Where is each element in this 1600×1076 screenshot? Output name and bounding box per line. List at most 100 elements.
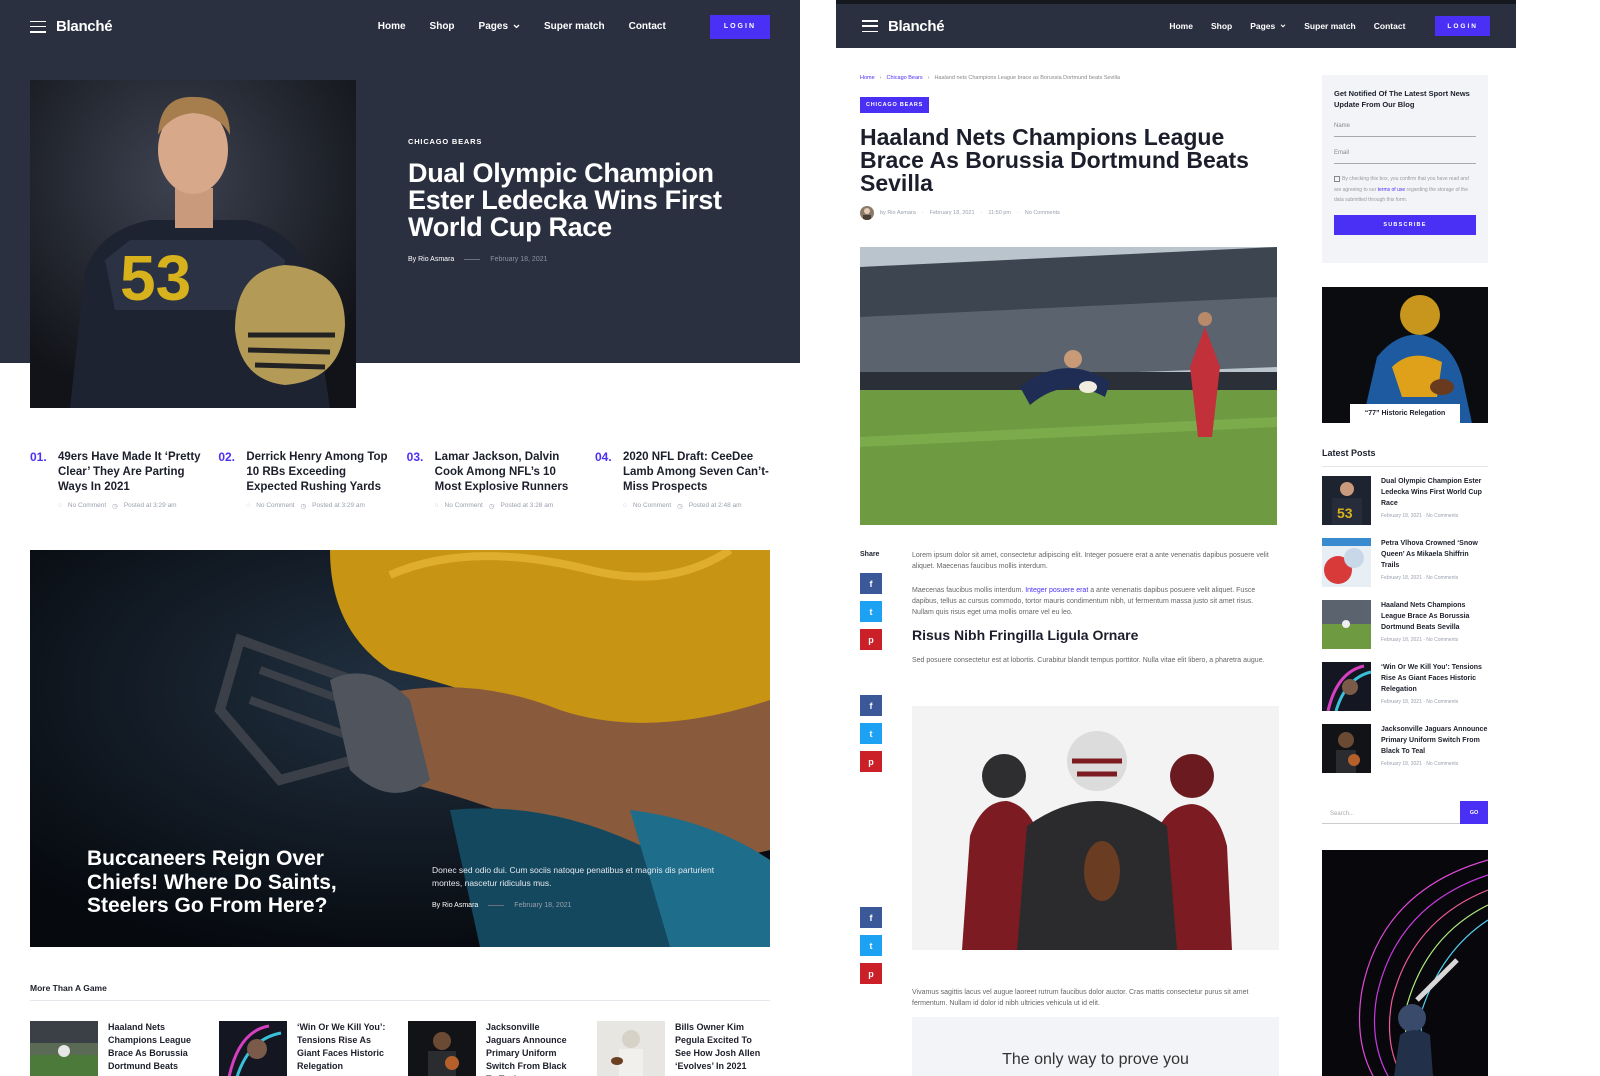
hero-author[interactable]: By Rio Asmara [408, 256, 454, 263]
latest-post[interactable]: 53 Dual Olympic Champion Ester Ledecka W… [1322, 476, 1488, 538]
email-field[interactable]: Email [1334, 150, 1476, 164]
numbered-post[interactable]: 03. Lamar Jackson, Dalvin Cook Among NFL… [407, 450, 582, 510]
post-title[interactable]: Jacksonville Jaguars Announce Primary Un… [486, 1021, 576, 1076]
article-author[interactable]: by Rio Asmara [880, 210, 916, 216]
nav-home[interactable]: Home [378, 21, 406, 32]
ad-caption[interactable]: “77” Historic Relegation [1350, 404, 1460, 423]
post-title[interactable]: Lamar Jackson, Dalvin Cook Among NFL’s 1… [435, 450, 582, 495]
featured-author[interactable]: By Rio Asmara [432, 902, 478, 909]
pinterest-share-button[interactable]: p [860, 629, 882, 650]
nav-home[interactable]: Home [1169, 21, 1193, 31]
hero-title[interactable]: Dual Olympic Champion Ester Ledecka Wins… [408, 160, 768, 241]
meta-separator: · [1016, 210, 1019, 216]
search-button[interactable]: GO [1460, 801, 1488, 824]
login-button[interactable]: LOGIN [709, 14, 770, 39]
post-title[interactable]: Jacksonville Jaguars Announce Primary Un… [1381, 724, 1488, 757]
hero-image[interactable]: 53 [30, 80, 356, 408]
facebook-share-button[interactable]: f [860, 573, 882, 594]
post-thumbnail[interactable] [30, 1021, 98, 1076]
breadcrumb-current: Haaland nets Champions League brace as B… [934, 75, 1121, 81]
more-post[interactable]: Haaland Nets Champions League Brace As B… [30, 1021, 198, 1076]
nav-pages[interactable]: Pages [479, 21, 520, 32]
numbered-post[interactable]: 01. 49ers Have Made It ‘Pretty Clear’ Th… [30, 450, 205, 510]
clock-icon: ◷ [677, 503, 683, 510]
post-meta: ◌ No Comment ◷ Posted at 3:29 am [58, 502, 205, 510]
more-post[interactable]: Bills Owner Kim Pegula Excited To See Ho… [597, 1021, 765, 1076]
more-post[interactable]: ‘Win Or We Kill You’: Tensions Rise As G… [219, 1021, 387, 1076]
category-badge[interactable]: CHICAGO BEARS [860, 97, 930, 113]
more-section-heading: More Than A Game [30, 983, 107, 993]
consent-checkbox[interactable] [1334, 175, 1340, 182]
nav-contact[interactable]: Contact [1374, 21, 1406, 31]
search-widget: Search... GO [1322, 801, 1488, 824]
featured-meta: By Rio Asmara February 18, 2021 [432, 902, 572, 909]
share-label: Share [860, 551, 880, 558]
numbered-post[interactable]: 04. 2020 NFL Draft: CeeDee Lamb Among Se… [595, 450, 770, 510]
meta-separator: · [921, 210, 924, 216]
nav-super-match[interactable]: Super match [1304, 21, 1356, 31]
pinterest-share-button[interactable]: p [860, 963, 882, 984]
post-thumbnail[interactable] [1322, 538, 1371, 587]
post-title[interactable]: Derrick Henry Among Top 10 RBs Exceeding… [246, 450, 393, 495]
login-button[interactable]: LOGIN [1435, 16, 1490, 36]
nav-contact[interactable]: Contact [629, 21, 666, 32]
post-thumbnail[interactable] [408, 1021, 476, 1076]
post-title[interactable]: Haaland Nets Champions League Brace As B… [108, 1021, 198, 1076]
article-comments[interactable]: No Comments [1025, 210, 1060, 216]
top-navbar: Blanché Home Shop Pages Super match Cont… [836, 0, 1516, 48]
breadcrumb-home[interactable]: Home [860, 75, 875, 81]
facebook-share-button[interactable]: f [860, 695, 882, 716]
site-logo[interactable]: Blanché [56, 18, 113, 35]
article-paragraph: Sed posuere consectetur est at lobortis.… [912, 657, 1265, 664]
post-title[interactable]: Petra Vlhova Crowned ‘Snow Queen’ As Mik… [1381, 538, 1488, 571]
twitter-share-button[interactable]: t [860, 723, 882, 744]
post-thumbnail[interactable] [1322, 662, 1371, 711]
featured-date: February 18, 2021 [514, 902, 572, 909]
nav-shop[interactable]: Shop [1211, 21, 1232, 31]
featured-title[interactable]: Buccaneers Reign Over Chiefs! Where Do S… [87, 847, 377, 918]
latest-post[interactable]: Haaland Nets Champions League Brace As B… [1322, 600, 1488, 662]
article-paragraph: Lorem ipsum dolor sit amet, consectetur … [912, 552, 1269, 570]
sidebar-ad[interactable]: “77” Historic Relegation [1322, 287, 1488, 423]
hamburger-icon[interactable] [30, 20, 46, 33]
subscribe-button[interactable]: SUBSCRIBE [1334, 214, 1476, 235]
post-thumbnail[interactable]: 53 [1322, 476, 1371, 525]
nav-pages[interactable]: Pages [1250, 21, 1286, 31]
post-title[interactable]: 2020 NFL Draft: CeeDee Lamb Among Seven … [623, 450, 770, 495]
latest-post[interactable]: Petra Vlhova Crowned ‘Snow Queen’ As Mik… [1322, 538, 1488, 600]
name-field[interactable]: Name [1334, 123, 1476, 137]
post-title[interactable]: Bills Owner Kim Pegula Excited To See Ho… [675, 1021, 765, 1076]
twitter-share-button[interactable]: t [860, 601, 882, 622]
post-number: 03. [406, 450, 424, 464]
hero-category[interactable]: CHICAGO BEARS [408, 137, 482, 146]
post-thumbnail[interactable] [597, 1021, 665, 1076]
twitter-share-button[interactable]: t [860, 935, 882, 956]
numbered-post[interactable]: 02. Derrick Henry Among Top 10 RBs Excee… [218, 450, 393, 510]
facebook-share-button[interactable]: f [860, 907, 882, 928]
post-title[interactable]: ‘Win Or We Kill You’: Tensions Rise As G… [1381, 662, 1488, 695]
avatar[interactable] [860, 206, 874, 220]
post-title[interactable]: Haaland Nets Champions League Brace As B… [1381, 600, 1488, 633]
site-logo[interactable]: Blanché [888, 18, 945, 35]
terms-link[interactable]: terms of use [1378, 187, 1406, 193]
inline-link[interactable]: Integer posuere erat [1025, 587, 1088, 594]
post-title[interactable]: ‘Win Or We Kill You’: Tensions Rise As G… [297, 1021, 387, 1076]
post-title[interactable]: 49ers Have Made It ‘Pretty Clear’ They A… [58, 450, 205, 495]
nav-shop[interactable]: Shop [430, 21, 455, 32]
latest-post[interactable]: Jacksonville Jaguars Announce Primary Un… [1322, 724, 1488, 786]
post-title[interactable]: Dual Olympic Champion Ester Ledecka Wins… [1381, 476, 1488, 509]
latest-post[interactable]: ‘Win Or We Kill You’: Tensions Rise As G… [1322, 662, 1488, 724]
post-thumbnail[interactable] [1322, 600, 1371, 649]
post-number: 01. [30, 450, 47, 464]
post-thumbnail[interactable] [1322, 724, 1371, 773]
pinterest-share-button[interactable]: p [860, 751, 882, 772]
breadcrumb-category[interactable]: Chicago Bears [887, 75, 923, 81]
search-input[interactable]: Search... [1322, 801, 1460, 824]
more-post[interactable]: Jacksonville Jaguars Announce Primary Un… [408, 1021, 576, 1076]
latest-posts-heading: Latest Posts [1322, 448, 1376, 458]
sidebar-ad[interactable] [1322, 850, 1488, 1076]
featured-story[interactable]: Buccaneers Reign Over Chiefs! Where Do S… [30, 550, 770, 947]
nav-super-match[interactable]: Super match [544, 21, 605, 32]
hamburger-icon[interactable] [862, 20, 878, 32]
post-thumbnail[interactable] [219, 1021, 287, 1076]
